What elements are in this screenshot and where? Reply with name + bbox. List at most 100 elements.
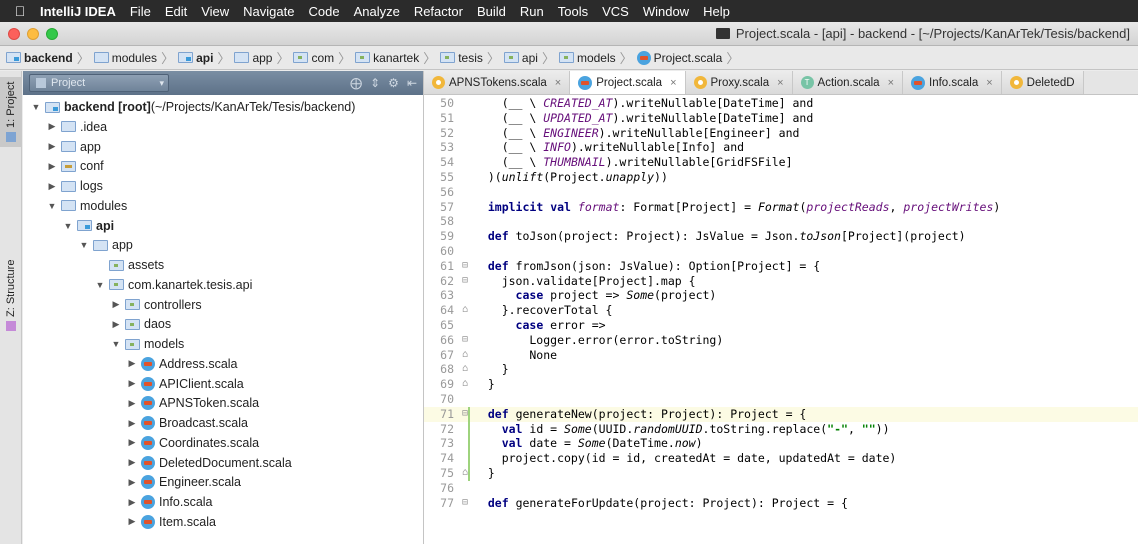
breadcrumb-item[interactable]: backend [6, 51, 73, 65]
fold-marker-icon[interactable]: ⌂ [456, 362, 474, 377]
tree-node[interactable]: ▶ daos [23, 314, 423, 334]
menu-item-code[interactable]: Code [308, 4, 339, 19]
code-line[interactable]: 68 ⌂ } [424, 362, 1138, 377]
code-line[interactable]: 74 project.copy(id = id, createdAt = dat… [424, 451, 1138, 466]
menu-item-refactor[interactable]: Refactor [414, 4, 463, 19]
expanded-arrow-icon[interactable]: ▼ [93, 280, 107, 290]
code-line[interactable]: 57 implicit val format: Format[Project] … [424, 200, 1138, 215]
close-tab-icon[interactable]: × [777, 77, 783, 89]
tree-node[interactable]: ▶ Coordinates.scala [23, 433, 423, 453]
apple-icon[interactable]:  [0, 3, 40, 19]
code-line[interactable]: 76 [424, 481, 1138, 496]
collapsed-arrow-icon[interactable]: ▶ [125, 398, 139, 409]
breadcrumb-item[interactable]: api [503, 51, 538, 65]
code-line[interactable]: 53 (__ \ INFO).writeNullable[Info] and [424, 140, 1138, 155]
fold-marker-icon[interactable]: ⌂ [456, 466, 474, 481]
fold-marker-icon[interactable]: ⊟ [456, 274, 474, 289]
tree-node[interactable]: ▶ .idea [23, 117, 423, 137]
code-line[interactable]: 67 ⌂ None [424, 348, 1138, 363]
tree-node[interactable]: ▶ conf [23, 156, 423, 176]
code-line[interactable]: 52 (__ \ ENGINEER).writeNullable[Enginee… [424, 126, 1138, 141]
code-line[interactable]: 71 ⊟ def generateNew(project: Project): P… [424, 406, 1138, 422]
tree-node[interactable]: ▶ Item.scala [23, 512, 423, 532]
collapsed-arrow-icon[interactable]: ▶ [125, 457, 139, 468]
scroll-from-source-icon[interactable]: ⨁ [350, 76, 362, 90]
expanded-arrow-icon[interactable]: ▼ [61, 221, 75, 231]
code-line[interactable]: 70 [424, 392, 1138, 407]
tree-node[interactable]: ▼ modules [23, 196, 423, 216]
code-line[interactable]: 61 ⊟ def fromJson(json: JsValue): Option[… [424, 259, 1138, 274]
breadcrumb-item[interactable]: Project.scala [636, 50, 722, 65]
project-tool-tab[interactable]: 1: Project [0, 77, 22, 147]
breadcrumb-item[interactable]: api [178, 51, 213, 65]
menu-item-build[interactable]: Build [477, 4, 506, 19]
tree-node[interactable]: ▶ APIClient.scala [23, 374, 423, 394]
code-area[interactable]: 50 (__ \ CREATED_AT).writeNullable[DateT… [424, 96, 1138, 544]
menu-item-file[interactable]: File [130, 4, 151, 19]
breadcrumb-item[interactable]: models [558, 51, 616, 65]
collapsed-arrow-icon[interactable]: ▶ [45, 121, 59, 132]
tree-node[interactable]: ▶ DeletedDocument.scala [23, 453, 423, 473]
editor-tab-project[interactable]: Project.scala × [570, 71, 686, 94]
code-line[interactable]: 50 (__ \ CREATED_AT).writeNullable[DateT… [424, 96, 1138, 111]
tree-node[interactable]: assets [23, 255, 423, 275]
project-view-selector[interactable]: Project ▾ [29, 74, 169, 92]
breadcrumb-item[interactable]: app [234, 51, 272, 65]
tree-node[interactable]: ▼ com.kanartek.tesis.api [23, 275, 423, 295]
code-line[interactable]: 72 val id = Some(UUID.randomUUID.toStrin… [424, 422, 1138, 437]
breadcrumb-item[interactable]: com [293, 51, 334, 65]
tree-node[interactable]: ▼ app [23, 235, 423, 255]
expanded-arrow-icon[interactable]: ▼ [77, 240, 91, 250]
editor-tab-action[interactable]: T Action.scala × [792, 71, 903, 94]
editor-tab-apnstokens[interactable]: APNSTokens.scala × [424, 71, 571, 94]
collapsed-arrow-icon[interactable]: ▶ [125, 378, 139, 389]
code-line[interactable]: 59 def toJson(project: Project): JsValue… [424, 229, 1138, 244]
code-line[interactable]: 51 (__ \ UPDATED_AT).writeNullable[DateT… [424, 111, 1138, 126]
menu-item-window[interactable]: Window [643, 4, 689, 19]
code-line[interactable]: 69 ⌂ } [424, 377, 1138, 392]
code-line[interactable]: 54 (__ \ THUMBNAIL).writeNullable[GridFS… [424, 155, 1138, 170]
tree-node[interactable]: ▶ Address.scala [23, 354, 423, 374]
fold-marker-icon[interactable]: ⌂ [456, 303, 474, 318]
close-tab-icon[interactable]: × [670, 77, 676, 89]
menu-item-run[interactable]: Run [520, 4, 544, 19]
tree-node[interactable]: ▼ api [23, 216, 423, 236]
code-line[interactable]: 64 ⌂ }.recoverTotal { [424, 303, 1138, 318]
tree-node[interactable]: ▶ Broadcast.scala [23, 413, 423, 433]
menu-item-navigate[interactable]: Navigate [243, 4, 294, 19]
gear-icon[interactable]: ⚙ [388, 76, 399, 90]
tree-node[interactable]: ▶ APNSToken.scala [23, 393, 423, 413]
code-line[interactable]: 73 val date = Some(DateTime.now) [424, 436, 1138, 451]
collapsed-arrow-icon[interactable]: ▶ [45, 141, 59, 152]
fold-marker-icon[interactable]: ⌂ [456, 348, 474, 363]
code-line[interactable]: 55 )(unlift(Project.unapply)) [424, 170, 1138, 185]
maximize-window-button[interactable] [46, 27, 58, 40]
code-line[interactable]: 58 [424, 214, 1138, 229]
close-window-button[interactable] [8, 27, 20, 40]
expanded-arrow-icon[interactable]: ▼ [109, 339, 123, 349]
code-line[interactable]: 66 ⊟ Logger.error(error.toString) [424, 333, 1138, 348]
collapsed-arrow-icon[interactable]: ▶ [45, 181, 59, 192]
collapsed-arrow-icon[interactable]: ▶ [125, 497, 139, 508]
code-line[interactable]: 56 [424, 185, 1138, 200]
close-tab-icon[interactable]: × [986, 77, 992, 89]
expanded-arrow-icon[interactable]: ▼ [29, 102, 43, 112]
menu-item-edit[interactable]: Edit [165, 4, 187, 19]
tree-node[interactable]: ▶ Engineer.scala [23, 472, 423, 492]
code-line[interactable]: 65 case error => [424, 318, 1138, 333]
expanded-arrow-icon[interactable]: ▼ [45, 201, 59, 211]
menu-item-help[interactable]: Help [703, 4, 730, 19]
tree-node[interactable]: ▶ controllers [23, 295, 423, 315]
breadcrumb-item[interactable]: tesis [440, 51, 483, 65]
menu-app-name[interactable]: IntelliJ IDEA [40, 4, 116, 19]
collapsed-arrow-icon[interactable]: ▶ [125, 358, 139, 369]
breadcrumb-item[interactable]: kanartek [355, 51, 419, 65]
collapsed-arrow-icon[interactable]: ▶ [125, 437, 139, 448]
collapsed-arrow-icon[interactable]: ▶ [109, 299, 123, 310]
close-tab-icon[interactable]: × [888, 77, 894, 89]
fold-marker-icon[interactable]: ⊟ [456, 333, 474, 348]
collapsed-arrow-icon[interactable]: ▶ [125, 418, 139, 429]
minimize-window-button[interactable] [27, 27, 39, 40]
tree-node[interactable]: ▶ app [23, 137, 423, 157]
menu-item-view[interactable]: View [201, 4, 229, 19]
